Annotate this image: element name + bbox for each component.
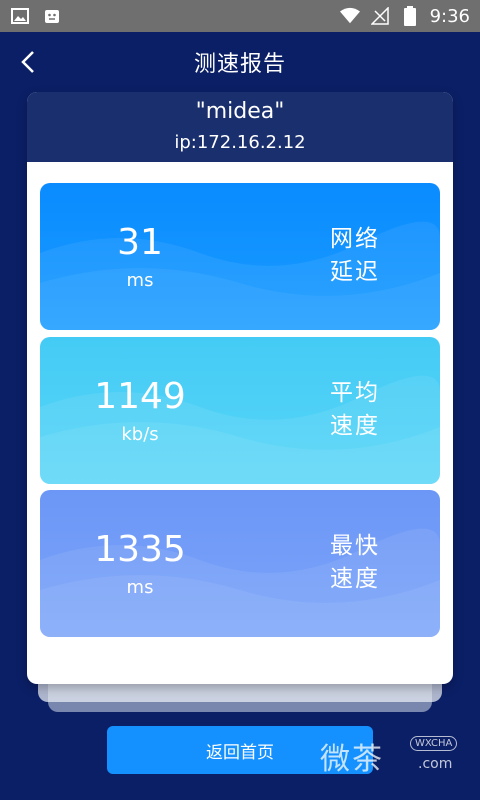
chevron-left-icon (21, 51, 34, 73)
watermark-text: 微茶 (320, 742, 384, 777)
watermark-logo: 微茶 WXCHA .com (320, 734, 470, 784)
metric-unit: ms (126, 270, 154, 291)
battery-icon (400, 6, 420, 26)
metric-unit: kb/s (121, 424, 159, 445)
metric-label-line: 速度 (330, 566, 380, 592)
network-ssid: "midea" (195, 99, 285, 124)
status-bar: 9:36 (0, 0, 480, 32)
metric-label: 最快 速度 (310, 530, 400, 596)
metric-label: 网络 延迟 (310, 223, 400, 289)
network-ip: ip:172.16.2.12 (174, 132, 306, 153)
metric-value: 1335 (94, 529, 186, 570)
metric-label-line: 平均 (330, 380, 380, 406)
metric-label-line: 最快 (330, 533, 380, 559)
wifi-icon (339, 6, 360, 26)
image-icon (10, 6, 30, 26)
metric-label-line: 延迟 (330, 259, 380, 285)
metric-unit: ms (126, 577, 154, 598)
signal-icon (370, 6, 390, 26)
speed-report-card: "midea" ip:172.16.2.12 31 ms 网络 延迟 1149 … (27, 92, 453, 684)
metric-label-line: 网络 (330, 226, 380, 252)
metric-fastest-speed: 1335 ms 最快 速度 (40, 490, 440, 637)
network-info-header: "midea" ip:172.16.2.12 (27, 92, 453, 162)
metric-label-line: 速度 (330, 413, 380, 439)
metric-average-speed: 1149 kb/s 平均 速度 (40, 337, 440, 484)
metric-latency: 31 ms 网络 延迟 (40, 183, 440, 330)
back-button[interactable] (10, 44, 46, 80)
android-debug-icon (42, 6, 62, 26)
watermark-badge: WXCHA (410, 736, 458, 751)
watermark-domain: .com (418, 756, 453, 772)
metric-value: 31 (117, 222, 163, 263)
metric-label: 平均 速度 (310, 377, 400, 443)
title-bar: 测速报告 (0, 32, 480, 92)
page-title: 测速报告 (193, 52, 286, 77)
metric-value: 1149 (94, 376, 186, 417)
status-time: 9:36 (429, 5, 470, 27)
